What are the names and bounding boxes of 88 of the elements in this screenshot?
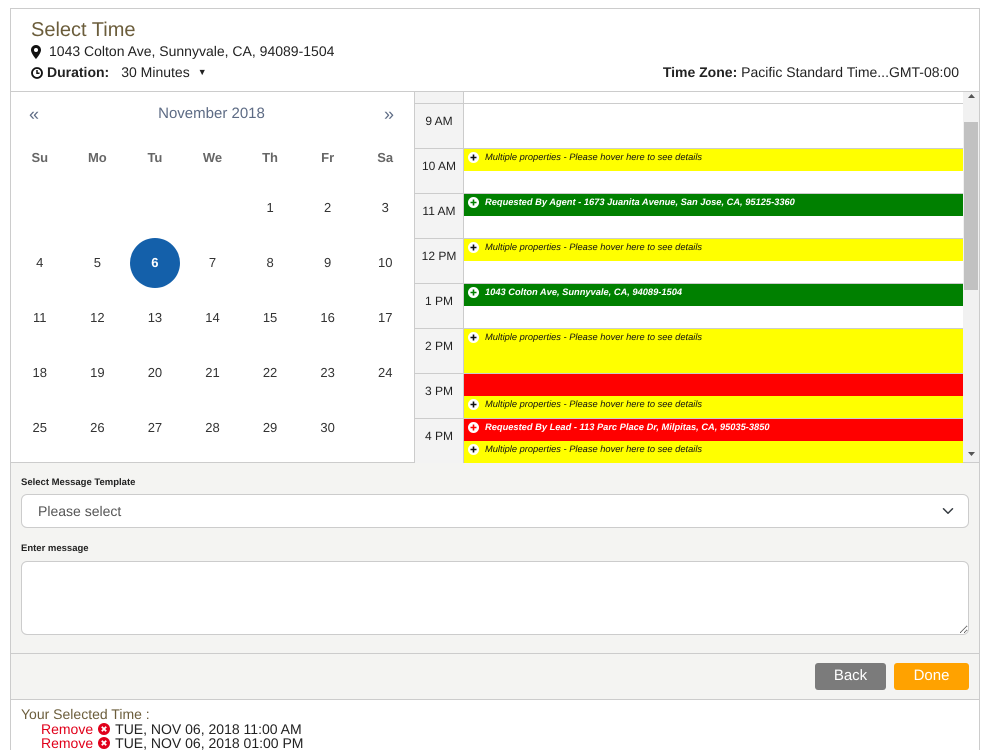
address-text: 1043 Colton Ave, Sunnyvale, CA, 94089-1504 <box>49 42 334 61</box>
calendar-day[interactable]: 24 <box>360 348 410 398</box>
calendar-day[interactable]: 8 <box>245 238 296 288</box>
map-pin-icon <box>31 44 41 58</box>
calendar-day[interactable]: 23 <box>302 348 353 398</box>
calendar-day[interactable]: 19 <box>72 348 122 398</box>
blocked-time-bar[interactable] <box>464 374 963 396</box>
hour-label: 12 PM <box>415 239 464 283</box>
duration-dropdown[interactable]: 30 Minutes ▼ <box>121 62 207 83</box>
appointment-bar[interactable]: Requested By Agent - 1673 Juanita Avenue, San Jose, CA, 95125-3360 <box>464 194 963 216</box>
calendar-day[interactable]: 4 <box>14 238 65 288</box>
plus-icon <box>468 287 479 298</box>
plus-icon <box>468 399 479 410</box>
template-select[interactable]: Please select <box>21 494 969 528</box>
remove-link[interactable]: Remove <box>41 722 94 736</box>
calendar-day[interactable]: 16 <box>302 292 353 342</box>
calendar-day[interactable]: 18 <box>14 348 65 398</box>
time-zone-text: Time Zone: Pacific Standard Time...GMT-08:00 <box>662 63 959 82</box>
calendar-day[interactable]: 21 <box>187 348 238 398</box>
calendar-day[interactable]: 20 <box>130 348 180 398</box>
plus-icon <box>468 444 479 455</box>
calendar-day[interactable]: 29 <box>245 402 296 452</box>
hour-label: 2 PM <box>415 329 464 373</box>
hour-label: 4 PM <box>415 419 464 463</box>
hour-label: 1 PM <box>415 284 464 328</box>
calendar-day[interactable]: 6 <box>130 238 180 288</box>
calendar-day[interactable]: 5 <box>72 238 122 288</box>
weekday-label: Fr <box>320 149 336 168</box>
scroll-up-icon <box>966 92 976 100</box>
calendar-day[interactable]: 1 <box>245 182 296 232</box>
scrollbar[interactable] <box>963 92 979 462</box>
duration-label: Duration: <box>47 63 110 82</box>
weekday-label: Sa <box>376 149 394 168</box>
calendar-day[interactable]: 3 <box>360 182 410 232</box>
clock-icon <box>31 66 43 78</box>
calendar-day[interactable]: 27 <box>130 402 180 452</box>
weekday-label: Mo <box>86 149 108 168</box>
calendar-day[interactable]: 11 <box>14 292 65 342</box>
selected-time-title: Your Selected Time : <box>21 706 151 722</box>
calendar-day[interactable]: 30 <box>302 402 353 452</box>
remove-link[interactable]: Remove <box>41 736 94 750</box>
appointment-bar[interactable]: Multiple properties - Please hover here to see details <box>464 149 963 171</box>
plus-icon <box>468 422 479 433</box>
hour-label: 11 AM <box>415 194 464 238</box>
calendar-day[interactable]: 25 <box>14 402 65 452</box>
hour-label: 10 AM <box>415 149 464 193</box>
remove-icon <box>98 722 110 734</box>
field-label: Enter message <box>21 542 90 556</box>
plus-icon <box>468 332 479 343</box>
appointment-bar[interactable]: 1043 Colton Ave, Sunnyvale, CA, 94089-1504 <box>464 284 963 306</box>
calendar-day[interactable]: 17 <box>360 292 410 342</box>
calendar-day[interactable]: 7 <box>187 238 238 288</box>
calendar-day[interactable]: 26 <box>72 402 122 452</box>
remove-icon <box>98 736 110 748</box>
calendar-day[interactable]: 12 <box>72 292 122 342</box>
blocked-time-bar[interactable] <box>464 351 963 373</box>
plus-icon <box>468 242 479 253</box>
appointment-bar[interactable]: Multiple properties - Please hover here to see details <box>464 239 963 261</box>
message-field[interactable] <box>21 560 969 634</box>
appointment-bar[interactable]: Multiple properties - Please hover here to see details <box>464 329 963 351</box>
calendar-day[interactable]: 14 <box>187 292 238 342</box>
weekday-label: We <box>202 149 224 168</box>
calendar-day[interactable]: 28 <box>187 402 238 452</box>
month-title: November 2018 <box>158 104 265 124</box>
calendar-day[interactable]: 15 <box>245 292 296 342</box>
next-month-button[interactable]: » <box>384 100 394 128</box>
previous-month-button[interactable]: « <box>29 100 40 128</box>
appointment-bar[interactable]: Multiple properties - Please hover here to see details <box>464 396 963 418</box>
calendar-day[interactable]: 9 <box>302 238 353 288</box>
appointment-bar[interactable]: Requested By Lead - 113 Parc Place Dr, Milpitas, CA, 95035-3850 <box>464 419 963 441</box>
calendar-day[interactable]: 10 <box>360 238 410 288</box>
calendar-day[interactable]: 22 <box>245 348 296 398</box>
selected-time-text: TUE, NOV 06, 2018 01:00 PM <box>115 736 304 750</box>
plus-icon <box>468 152 479 163</box>
hour-label: 3 PM <box>415 374 464 418</box>
calendar-day[interactable]: 2 <box>302 182 353 232</box>
hour-label: 9 AM <box>415 104 464 148</box>
weekday-label: Tu <box>146 149 164 168</box>
weekday-label: Su <box>30 149 50 168</box>
plus-icon <box>468 197 479 208</box>
selected-time-text: TUE, NOV 06, 2018 11:00 AM <box>115 722 302 736</box>
weekday-label: Th <box>261 149 279 168</box>
field-label: Select Message Template <box>21 476 136 490</box>
calendar-day[interactable]: 13 <box>130 292 180 342</box>
scroll-down-icon <box>966 450 976 458</box>
appointment-bar[interactable]: Multiple properties - Please hover here to see details <box>464 441 963 463</box>
back-button[interactable]: Back <box>815 662 886 690</box>
page-title: Select Time <box>31 19 136 41</box>
